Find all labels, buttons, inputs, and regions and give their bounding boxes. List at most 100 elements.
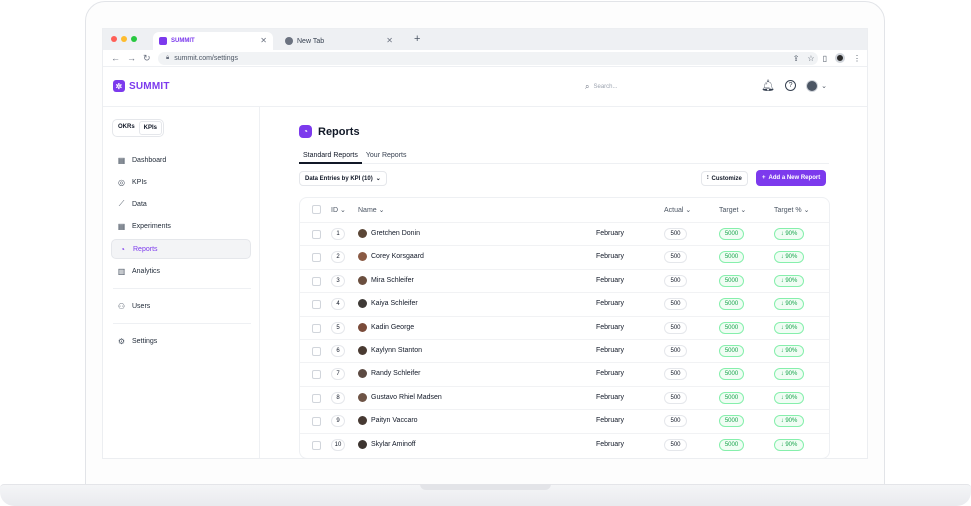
table-row[interactable]: 2 Corey Korsgaard February 500 5000 ↓ 90%: [300, 245, 829, 268]
sidebar-item-experiments[interactable]: ▦ Experiments: [111, 216, 251, 236]
column-header-actual[interactable]: Actual ⌄: [664, 206, 691, 214]
help-icon[interactable]: ?: [785, 80, 797, 91]
sidebar-item-kpis[interactable]: ◎ KPIs: [111, 172, 251, 192]
row-target: 5000: [719, 438, 744, 451]
avatar: [358, 369, 367, 379]
column-header-target-pct[interactable]: Target % ⌄: [774, 206, 809, 214]
search-input[interactable]: ⌕ Search...: [585, 80, 755, 94]
close-window-button[interactable]: [111, 36, 117, 42]
row-checkbox[interactable]: [312, 440, 321, 450]
customize-button[interactable]: ⫶ Customize: [701, 171, 748, 186]
table-row[interactable]: 9 Paityn Vaccaro February 500 5000 ↓ 90%: [300, 409, 829, 432]
sidebar-item-label: Settings: [132, 337, 158, 345]
plus-icon: +: [762, 175, 766, 181]
row-checkbox[interactable]: [312, 393, 321, 403]
sidebar-item-analytics[interactable]: ▥ Analytics: [111, 261, 251, 281]
row-checkbox[interactable]: [312, 253, 321, 263]
url-field[interactable]: 🔒︎ summit.com/settings: [158, 52, 818, 65]
table-row[interactable]: 4 Kaiya Schleifer February 500 5000 ↓ 90%: [300, 292, 829, 315]
row-checkbox[interactable]: [312, 370, 321, 380]
row-checkbox[interactable]: [312, 417, 321, 427]
avatar: [358, 416, 367, 426]
close-tab-icon[interactable]: ✕: [260, 36, 267, 45]
toggle-kpis[interactable]: KPIs: [138, 121, 163, 135]
row-checkbox[interactable]: [312, 323, 321, 333]
row-name: Corey Korsgaard: [371, 253, 424, 261]
minimize-window-button[interactable]: [121, 36, 127, 42]
sidebar-item-data[interactable]: ⟋ Data: [111, 194, 251, 214]
browser-tab-bar: SUMMIT ✕ New Tab ✕ +: [103, 29, 867, 50]
row-target: 5000: [719, 251, 744, 264]
browser-profile-avatar[interactable]: [835, 53, 845, 63]
sidebar-divider: [113, 323, 251, 324]
row-actual: 500: [664, 345, 687, 357]
back-arrow-icon[interactable]: ←: [111, 53, 120, 63]
row-actual: 500: [664, 391, 687, 404]
add-new-report-button[interactable]: + Add a New Report: [756, 170, 827, 186]
sliders-icon: ⫶: [707, 175, 709, 181]
table-row[interactable]: 8 Gustavo Rhiel Madsen February 500 5000 ↓ 90…: [300, 385, 829, 409]
column-header-target[interactable]: Target ⌄: [719, 206, 746, 214]
column-label: Name: [358, 207, 377, 214]
bell-icon[interactable]: 🔔︎: [761, 79, 775, 92]
sidebar-item-reports[interactable]: ◔ Reports: [111, 239, 251, 259]
kpi-filter-dropdown[interactable]: Data Entries by KPI (10) ⌄: [299, 171, 387, 186]
row-checkbox[interactable]: [312, 276, 321, 286]
row-target-pct: ↓ 90%: [774, 368, 804, 381]
row-actual: 500: [664, 298, 687, 311]
share-icon[interactable]: ⇪: [793, 54, 800, 63]
row-actual: 500: [664, 274, 687, 287]
user-avatar[interactable]: [806, 79, 819, 92]
sidebar-divider: [113, 288, 251, 289]
table-row[interactable]: 7 Randy Schleifer February 500 5000 ↓ 90%: [300, 362, 829, 385]
browser-tab-summit[interactable]: SUMMIT ✕: [153, 32, 273, 50]
row-id: 7: [331, 368, 345, 381]
row-checkbox[interactable]: [312, 347, 321, 356]
summit-logo[interactable]: ✲ SUMMIT: [113, 80, 170, 92]
row-name: Kadin George: [371, 323, 415, 331]
filter-label: Data Entries by KPI (10): [305, 175, 373, 182]
sidebar-toggle-icon[interactable]: ▯: [823, 54, 827, 63]
logo-text: SUMMIT: [129, 80, 170, 92]
row-id: 2: [331, 251, 345, 264]
row-name: Mira Schleifer: [371, 276, 414, 284]
row-month: February: [596, 276, 625, 284]
row-checkbox[interactable]: [312, 300, 321, 310]
sidebar-item-dashboard[interactable]: ▦ Dashboard: [111, 150, 251, 170]
sidebar-item-settings[interactable]: ⚙ Settings: [111, 331, 251, 351]
reload-icon[interactable]: ↻: [143, 53, 151, 64]
table-row[interactable]: 5 Kadin George February 500 5000 ↓ 90%: [300, 315, 829, 339]
close-tab-icon[interactable]: ✕: [386, 36, 393, 45]
browser-tab-new[interactable]: New Tab ✕: [279, 32, 399, 50]
sidebar-item-label: Data: [132, 200, 147, 208]
new-tab-button[interactable]: +: [414, 33, 420, 45]
lock-icon: 🔒︎: [166, 55, 170, 61]
tab-your-reports[interactable]: Your Reports: [362, 150, 411, 164]
row-name: Gretchen Donin: [371, 230, 421, 237]
chevron-down-icon: ⌄: [375, 176, 381, 182]
search-placeholder: Search...: [593, 84, 618, 90]
more-options-icon[interactable]: ⋮: [853, 54, 861, 63]
select-all-checkbox[interactable]: [312, 205, 321, 214]
chevron-down-icon[interactable]: ⌄: [821, 82, 827, 90]
column-header-id[interactable]: ID ⌄: [331, 206, 346, 214]
forward-arrow-icon[interactable]: →: [127, 53, 136, 63]
page-title-text: Reports: [318, 125, 360, 138]
row-actual: 500: [664, 368, 687, 381]
table-row[interactable]: 3 Mira Schleifer February 500 5000 ↓ 90%: [300, 268, 829, 292]
table-row[interactable]: 1 Gretchen Donin February 500 5000 ↓ 90%: [300, 222, 829, 245]
row-id: 3: [331, 274, 345, 287]
table-row[interactable]: 10 Skylar Aminoff February 500 5000 ↓ 90%: [300, 432, 829, 456]
table-row[interactable]: 6 Kaylynn Stanton February 500 5000 ↓ 90%: [300, 339, 829, 362]
avatar: [358, 346, 367, 355]
row-checkbox[interactable]: [312, 230, 321, 239]
bookmark-star-icon[interactable]: ☆: [807, 54, 814, 63]
row-target-pct: ↓ 90%: [774, 415, 804, 428]
column-header-name[interactable]: Name ⌄: [358, 206, 385, 214]
maximize-window-button[interactable]: [131, 36, 137, 42]
reports-table: ID ⌄ Name ⌄ Actual ⌄ Target ⌄ Target % ⌄…: [299, 197, 830, 458]
toggle-okrs[interactable]: OKRs: [114, 121, 139, 135]
tab-standard-reports[interactable]: Standard Reports: [299, 150, 362, 164]
row-month: February: [596, 230, 625, 237]
sidebar-item-users[interactable]: ⚇ Users: [111, 296, 251, 316]
